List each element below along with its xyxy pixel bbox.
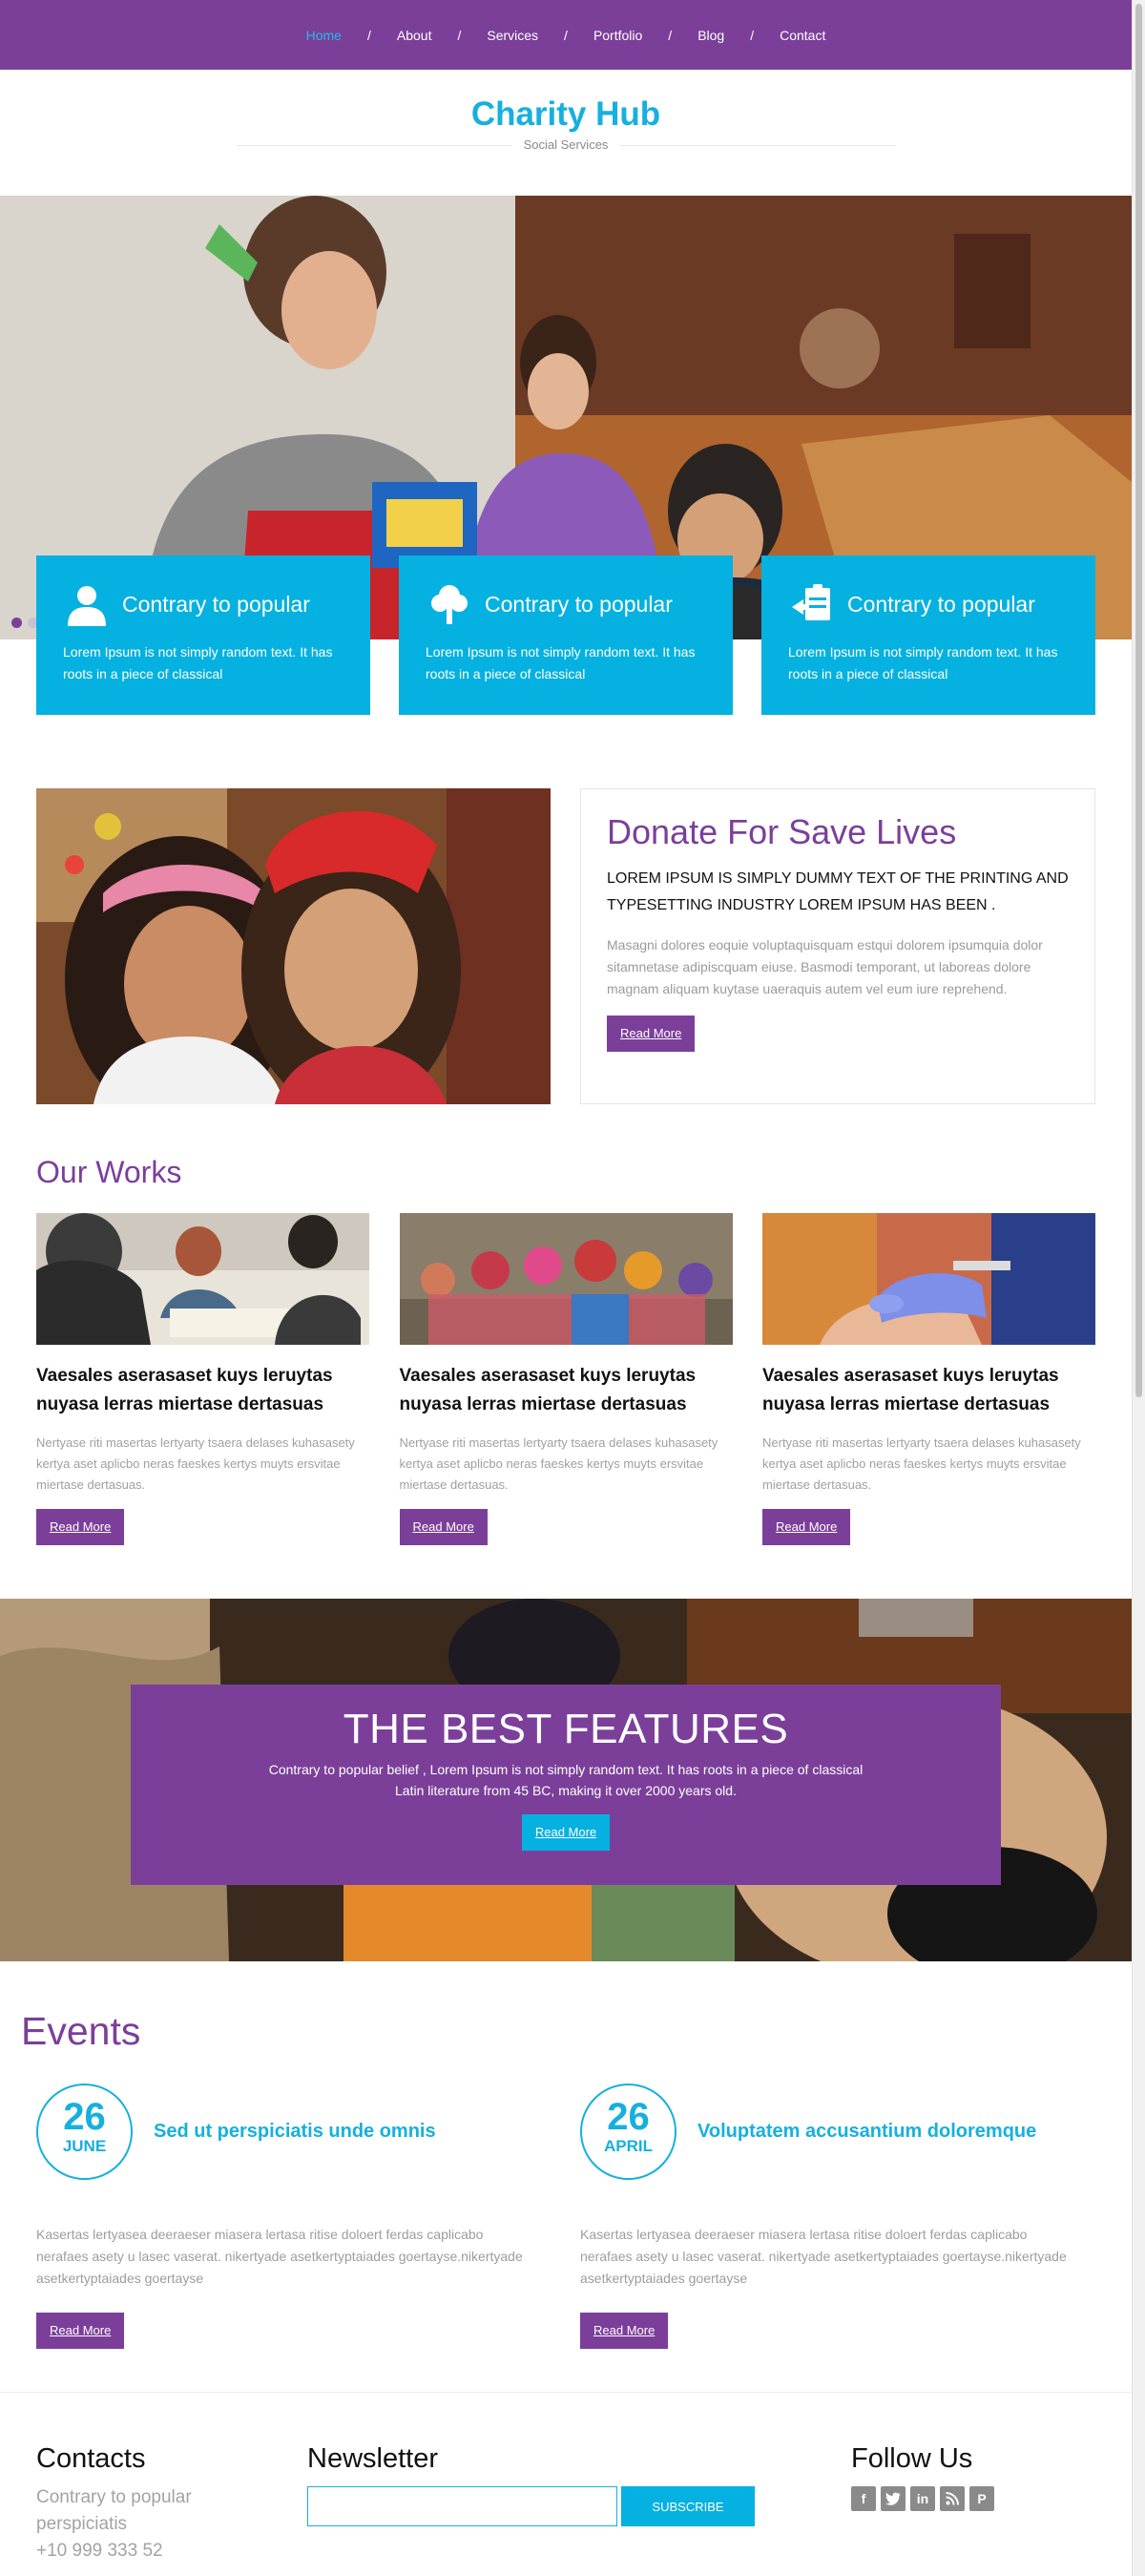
works-grid: Vaesales aserasaset kuys leruytas nuyasa… bbox=[36, 1213, 1095, 1545]
nav-contact-link[interactable]: Contact bbox=[777, 28, 828, 43]
hero-cards: Contrary to popular Lorem Ipsum is not s… bbox=[36, 555, 1095, 715]
donate-card: Donate For Save Lives LOREM IPSUM IS SIM… bbox=[580, 788, 1095, 1104]
event-title[interactable]: Voluptatem accusantium doloremque bbox=[697, 2121, 1036, 2143]
slider-dots bbox=[11, 618, 38, 628]
hero-card: Contrary to popular Lorem Ipsum is not s… bbox=[761, 555, 1095, 715]
hero-card-text: Lorem Ipsum is not simply random text. I… bbox=[63, 644, 333, 681]
event-month: JUNE bbox=[62, 2137, 107, 2155]
donate-title: Donate For Save Lives bbox=[607, 812, 957, 851]
hero-card-text: Lorem Ipsum is not simply random text. I… bbox=[788, 644, 1058, 681]
linkedin-icon[interactable]: in bbox=[910, 2486, 935, 2511]
footer-contacts: Contacts Contrary to popular perspiciati… bbox=[36, 2443, 256, 2565]
nav-portfolio-link[interactable]: Portfolio bbox=[591, 28, 645, 43]
brand-header: Charity Hub Social Services bbox=[0, 70, 1132, 196]
nav-services-link[interactable]: Services bbox=[484, 28, 541, 43]
nav-separator: / bbox=[457, 27, 462, 43]
work-read-more-button[interactable]: Read More bbox=[762, 1509, 851, 1545]
site-tagline: Social Services bbox=[511, 137, 620, 152]
features-title: THE BEST FEATURES bbox=[343, 1706, 789, 1752]
hero-card: Contrary to popular Lorem Ipsum is not s… bbox=[399, 555, 733, 715]
hero-card-title: Contrary to popular bbox=[847, 591, 1035, 617]
event-title[interactable]: Sed ut perspiciatis unde omnis bbox=[154, 2121, 436, 2143]
donate-section: Donate For Save Lives LOREM IPSUM IS SIM… bbox=[36, 788, 1095, 1104]
contacts-phone: +10 999 333 52 bbox=[36, 2541, 163, 2561]
features-text: Contrary to popular belief , Lorem Ipsum… bbox=[268, 1762, 864, 1798]
nav-about-link[interactable]: About bbox=[394, 28, 435, 43]
scrollbar-thumb[interactable] bbox=[1135, 4, 1142, 1397]
work-card: Vaesales aserasaset kuys leruytas nuyasa… bbox=[399, 1213, 733, 1545]
hero-card-text: Lorem Ipsum is not simply random text. I… bbox=[426, 644, 696, 681]
nav-separator: / bbox=[668, 27, 673, 43]
twitter-icon[interactable] bbox=[881, 2486, 906, 2511]
top-nav: Home / About / Services / Portfolio / Blog /… bbox=[0, 0, 1132, 70]
event-month: APRIL bbox=[604, 2137, 653, 2155]
work-text: Nertyase riti masertas lertyarty tsaera … bbox=[399, 1435, 718, 1492]
work-photo bbox=[399, 1213, 733, 1345]
rss-icon[interactable] bbox=[940, 2486, 965, 2511]
nav-separator: / bbox=[366, 27, 371, 43]
slider-dot-active[interactable] bbox=[11, 618, 22, 628]
contacts-title: Contacts bbox=[36, 2443, 146, 2474]
contacts-text: Contrary to popular perspiciatis bbox=[36, 2487, 192, 2534]
follow-title: Follow Us bbox=[851, 2443, 973, 2474]
events-list: 26 JUNE Sed ut perspiciatis unde omnis K… bbox=[36, 2084, 1095, 2349]
work-read-more-button[interactable]: Read More bbox=[36, 1509, 125, 1545]
features-read-more-button[interactable]: Read More bbox=[521, 1814, 611, 1851]
newsletter-title: Newsletter bbox=[307, 2443, 438, 2474]
pinterest-icon[interactable]: P bbox=[969, 2486, 994, 2511]
event-read-more-button[interactable]: Read More bbox=[36, 2313, 125, 2349]
hero-card: Contrary to popular Lorem Ipsum is not s… bbox=[36, 555, 370, 715]
work-card: Vaesales aserasaset kuys leruytas nuyasa… bbox=[762, 1213, 1095, 1545]
footer-divider bbox=[0, 2392, 1132, 2393]
event-read-more-button[interactable]: Read More bbox=[580, 2313, 669, 2349]
subscribe-button[interactable]: SUBSCRIBE bbox=[621, 2486, 755, 2526]
hero-card-title: Contrary to popular bbox=[122, 591, 310, 617]
site-logo[interactable]: Charity Hub bbox=[0, 95, 1132, 134]
donate-read-more-button[interactable]: Read More bbox=[607, 1016, 696, 1052]
work-card: Vaesales aserasaset kuys leruytas nuyasa… bbox=[36, 1213, 369, 1545]
work-title: Vaesales aserasaset kuys leruytas nuyasa… bbox=[36, 1366, 333, 1414]
work-title: Vaesales aserasaset kuys leruytas nuyasa… bbox=[762, 1366, 1059, 1414]
work-title: Vaesales aserasaset kuys leruytas nuyasa… bbox=[399, 1366, 697, 1414]
donate-body: Masagni dolores eoquie voluptaquisquam e… bbox=[607, 937, 1043, 996]
event-text: Kasertas lertyasea deeraeser miasera ler… bbox=[580, 2227, 1067, 2286]
features-card: THE BEST FEATURES Contrary to popular be… bbox=[131, 1685, 1001, 1885]
event-day: 26 bbox=[607, 2096, 650, 2138]
work-photo bbox=[762, 1213, 1095, 1345]
event-item: 26 APRIL Voluptatem accusantium doloremq… bbox=[580, 2084, 1095, 2349]
person-icon bbox=[63, 580, 111, 628]
work-photo bbox=[36, 1213, 369, 1345]
tagline-divider: Social Services bbox=[237, 137, 895, 152]
event-text: Kasertas lertyasea deeraeser miasera ler… bbox=[36, 2227, 523, 2286]
clipboard-icon bbox=[788, 580, 836, 628]
hero-card-title: Contrary to popular bbox=[485, 591, 673, 617]
nav-home-link[interactable]: Home bbox=[303, 28, 344, 43]
page-scrollbar[interactable] bbox=[1132, 0, 1145, 2576]
tree-icon bbox=[426, 580, 473, 628]
features-banner: THE BEST FEATURES Contrary to popular be… bbox=[0, 1599, 1132, 1961]
events-title: Events bbox=[21, 2009, 141, 2053]
event-day: 26 bbox=[63, 2096, 106, 2138]
work-text: Nertyase riti masertas lertyarty tsaera … bbox=[36, 1435, 355, 1492]
work-read-more-button[interactable]: Read More bbox=[399, 1509, 488, 1545]
work-text: Nertyase riti masertas lertyarty tsaera … bbox=[762, 1435, 1081, 1492]
event-date-badge: 26 APRIL bbox=[580, 2084, 677, 2180]
event-date-badge: 26 JUNE bbox=[36, 2084, 133, 2180]
event-item: 26 JUNE Sed ut perspiciatis unde omnis K… bbox=[36, 2084, 552, 2349]
nav-blog-link[interactable]: Blog bbox=[695, 28, 727, 43]
donate-photo bbox=[36, 788, 551, 1104]
facebook-icon[interactable]: f bbox=[851, 2486, 876, 2511]
nav-separator: / bbox=[750, 27, 755, 43]
nav-separator: / bbox=[564, 27, 568, 43]
newsletter-email-input[interactable] bbox=[307, 2486, 617, 2526]
donate-lead: LOREM IPSUM IS SIMPLY DUMMY TEXT OF THE … bbox=[607, 870, 1069, 913]
works-title: Our Works bbox=[36, 1155, 182, 1189]
footer-newsletter: Newsletter SUBSCRIBE bbox=[307, 2443, 765, 2526]
footer-follow: Follow Us f in P bbox=[851, 2443, 1099, 2511]
